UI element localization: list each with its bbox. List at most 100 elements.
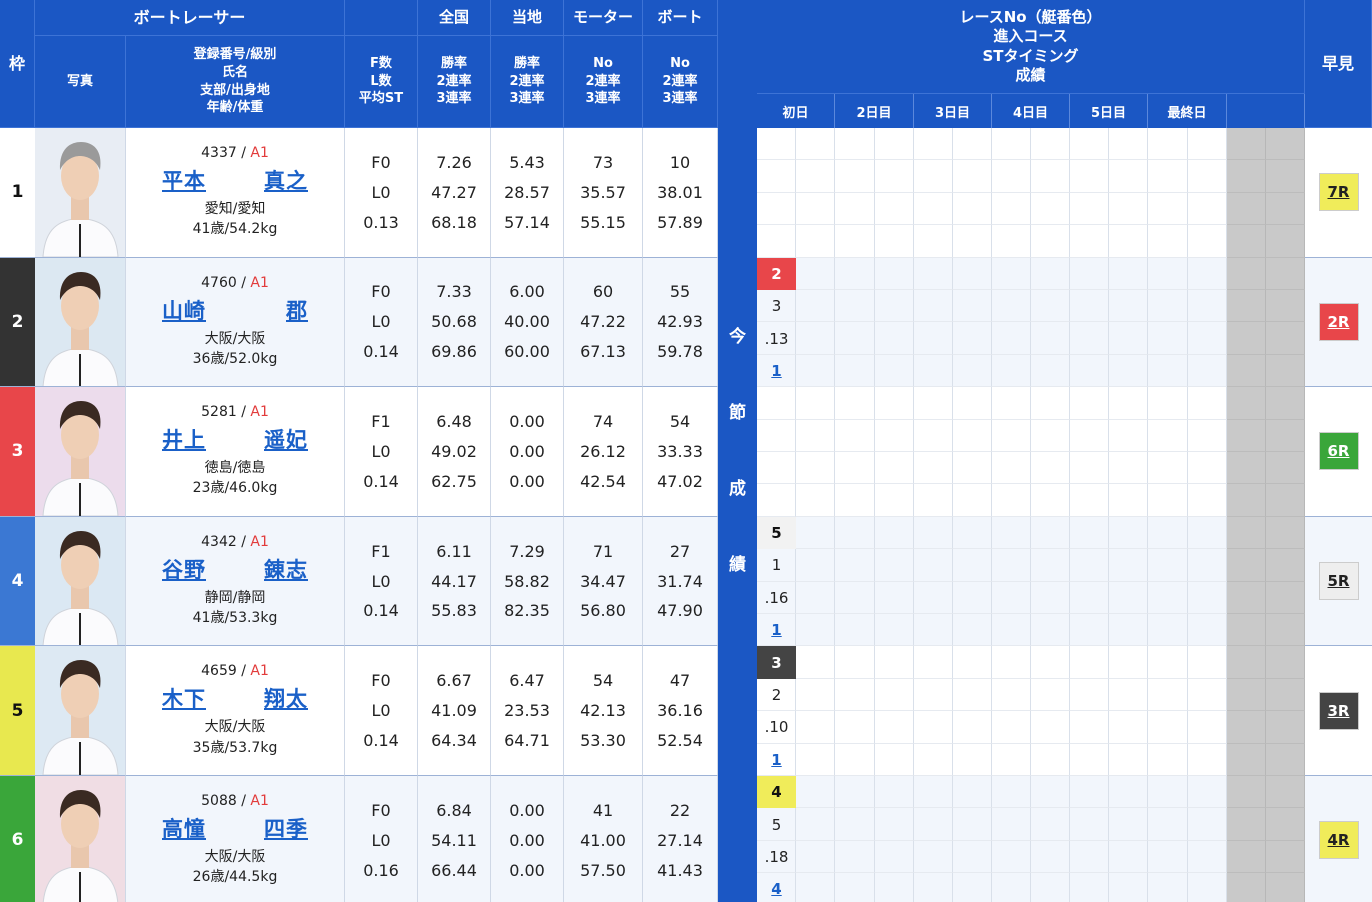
racer-name-link[interactable]: 木下 翔太 [162,683,308,713]
result-cell [992,322,1031,355]
boat-rates-value: 42.93 [657,312,703,332]
racer-name-link[interactable]: 井上 遥妃 [162,424,308,454]
hayami-race-button[interactable]: 3R [1318,691,1359,730]
local-rates: 5.43 28.57 57.14 [491,128,564,258]
result-cell [992,354,1031,388]
boat-rates: 27 31.74 47.90 [643,516,718,647]
result-cell [1070,322,1109,355]
boat-rates-value: 41.43 [657,860,703,880]
motor-rates-value: 41 [592,800,614,820]
result-cell [1227,711,1266,744]
tab-day-4[interactable]: 4日目 [992,94,1070,128]
header-flst-line: L数 [370,73,392,89]
tab-day-2[interactable]: 2日目 [835,94,914,128]
result-cell [1148,549,1188,582]
header-racer-info-line: 支部/出身地 [200,82,270,98]
header-national-rates: 勝率 2連率 3連率 [418,36,491,128]
motor-rates: 54 42.13 53.30 [564,646,643,776]
result-cell [1266,387,1305,420]
result-cell [914,225,953,258]
national-rates-value: 6.11 [436,541,472,561]
result-cell [1031,322,1070,355]
f-l-st-value: F0 [371,671,391,691]
result-link[interactable]: 1 [757,614,796,646]
result-cell [1148,711,1188,744]
result-cell [796,549,835,582]
tab-day-3[interactable]: 3日目 [914,94,992,128]
result-cell [914,289,953,323]
local-rates-value: 5.43 [509,152,545,172]
racer-photo [35,516,126,647]
result-cell [1070,873,1109,902]
result-cell [1227,613,1266,647]
racer-first-name: 翔太 [264,687,308,712]
national-rates-value: 41.09 [431,701,477,721]
result-cell [1227,516,1266,550]
result-cell [914,613,953,647]
hayami-race-button[interactable]: 5R [1318,562,1359,601]
local-rates: 0.00 0.00 0.00 [491,776,564,902]
tab-day-6[interactable]: 最終日 [1148,94,1227,128]
hayami-race-button[interactable]: 4R [1318,821,1359,860]
result-cell [1031,451,1070,485]
result-cell [953,711,992,744]
hayami-cell: 6R [1305,387,1372,517]
motor-rates: 41 41.00 57.50 [564,776,643,902]
racer-meta: 大阪/大阪 36歳/52.0kg [193,329,278,370]
hayami-race-button[interactable]: 2R [1318,302,1359,341]
result-cell [1188,387,1227,420]
result-link[interactable]: 4 [757,873,796,902]
racer-meta: 大阪/大阪 35歳/53.7kg [193,717,278,758]
tab-day-1[interactable]: 初日 [757,94,835,128]
result-link[interactable]: 1 [757,355,796,387]
result-cell [835,776,875,809]
racer-name-link[interactable]: 高憧 四季 [162,813,308,843]
result-link[interactable]: 1 [757,744,796,776]
motor-rates: 74 26.12 42.54 [564,387,643,517]
racer-age-weight: 35歳/53.7kg [192,739,278,756]
racer-photo [35,387,126,517]
national-rates-value: 7.33 [436,282,472,302]
motor-rates: 60 47.22 67.13 [564,257,643,388]
f-l-st-value: 0.14 [363,342,399,362]
result-cell [1070,581,1109,614]
result-cell [914,128,953,161]
result-cell [1227,549,1266,582]
motor-rates-value: 73 [592,152,614,172]
local-rates-value: 0.00 [509,860,545,880]
racer-last-name: 平本 [162,169,206,193]
result-cell [1070,419,1109,452]
result-cell [835,289,875,323]
result-cell [875,646,914,679]
result-cell [992,840,1031,874]
result-cell [953,225,992,258]
racer-name-link[interactable]: 山崎 郡 [162,295,308,325]
result-cell [914,873,953,902]
hayami-race-button[interactable]: 7R [1318,173,1359,212]
result-cell [1031,613,1070,647]
result-cell [1227,840,1266,874]
result-cell [992,678,1031,712]
result-cell [1109,581,1148,614]
racer-name-link[interactable]: 谷野 錬志 [162,554,308,584]
result-cell [992,419,1031,452]
result-cell [796,516,835,550]
boat-rates-value: 27 [669,541,691,561]
result-cell [953,646,992,679]
motor-rates-value: 41.00 [580,830,626,850]
result-cell [1266,549,1305,582]
tab-day-5[interactable]: 5日目 [1070,94,1148,128]
header-national: 全国 [418,0,491,36]
boat-rates-value: 52.54 [657,731,703,751]
national-rates-value: 64.34 [431,731,477,751]
racer-name-link[interactable]: 平本 真之 [162,165,308,195]
hayami-race-button[interactable]: 6R [1318,432,1359,471]
konsetsu-column: 今節成績 [718,0,757,902]
result-cell [796,387,835,420]
result-cell [835,128,875,161]
national-rates: 6.84 54.11 66.44 [418,776,491,902]
result-cell [992,743,1031,776]
result-cell [757,451,796,485]
f-l-st-value: L0 [371,830,391,850]
result-cell [953,289,992,323]
